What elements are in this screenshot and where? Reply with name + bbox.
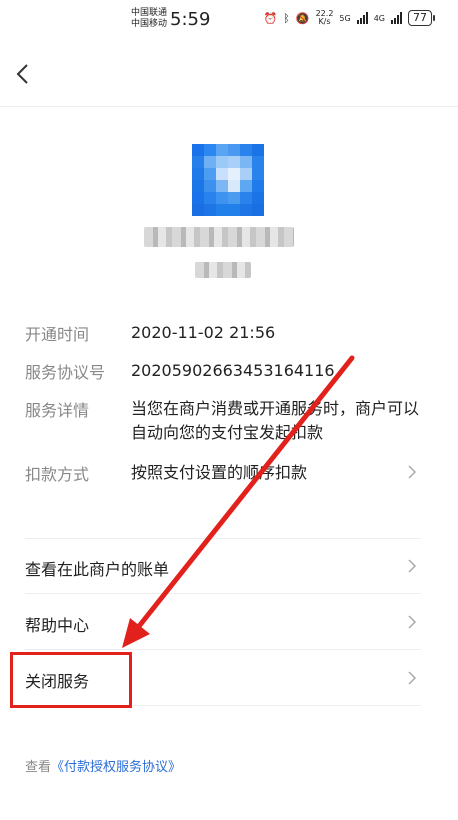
bluetooth-icon: ᛒ [283,11,290,25]
status-icons: ⏰ ᛒ 🔕 22.2 K/s 5G 4G 77 [263,9,435,26]
menu-label: 查看在此商户的账单 [25,560,170,579]
carrier-2: 中国移动 [131,19,168,29]
carrier-info: 中国联通 中国移动 [131,8,167,30]
alarm-icon: ⏰ [263,11,278,25]
carrier-1: 中国联通 [131,8,168,18]
nav-bar [0,42,458,107]
detail-value: 当您在商户消费或开通服务时，商户可以自动向您的支付宝发起扣款 [131,399,420,442]
chevron-left-icon[interactable] [12,62,36,86]
battery-icon: 77 [408,10,435,26]
chevron-right-icon [408,559,417,573]
merchant-sub-blurred [195,262,251,278]
menu-help-center[interactable]: 帮助中心 [25,594,421,650]
footer-prefix: 查看 [25,760,52,775]
detail-deduction-method[interactable]: 扣款方式 按照支付设置的顺序扣款 [25,461,425,485]
detail-service-desc: 服务详情 当您在商户消费或开通服务时，商户可以自动向您的支付宝发起扣款 [25,397,425,445]
sig-4g-label: 4G [373,13,385,23]
footer-note: 查看《付款授权服务协议》 [25,756,181,775]
signal-bars-icon-2 [391,12,402,24]
status-bar: 中国联通 中国移动 5:59 ⏰ ᛒ 🔕 22.2 K/s 5G 4G 77 [0,0,458,40]
detail-value: 按照支付设置的顺序扣款 [131,463,308,482]
detail-agreement-no: 服务协议号 20205902663453164116 [25,359,425,383]
detail-key: 服务详情 [25,401,90,420]
menu-merchant-bills[interactable]: 查看在此商户的账单 [25,538,421,594]
detail-value: 2020-11-02 21:56 [131,323,276,342]
detail-key: 服务协议号 [25,363,106,382]
chevron-right-icon [408,615,417,629]
merchant-name-blurred [144,227,294,247]
detail-open-time: 开通时间 2020-11-02 21:56 [25,321,425,345]
annotation-highlight-box [10,652,132,708]
net-speed: 22.2 K/s [315,9,334,26]
detail-key: 扣款方式 [25,465,90,484]
detail-key: 开通时间 [25,325,90,344]
status-time: 5:59 [170,9,211,30]
chevron-right-icon [408,465,417,479]
merchant-logo [192,144,264,216]
detail-value: 20205902663453164116 [131,361,335,380]
mute-icon: 🔕 [295,11,310,25]
chevron-right-icon [408,671,417,685]
signal-bars-icon [356,12,368,24]
sig-5g-label: 5G [339,13,351,23]
menu-label: 帮助中心 [25,616,90,635]
agreement-link[interactable]: 《付款授权服务协议》 [51,760,181,775]
